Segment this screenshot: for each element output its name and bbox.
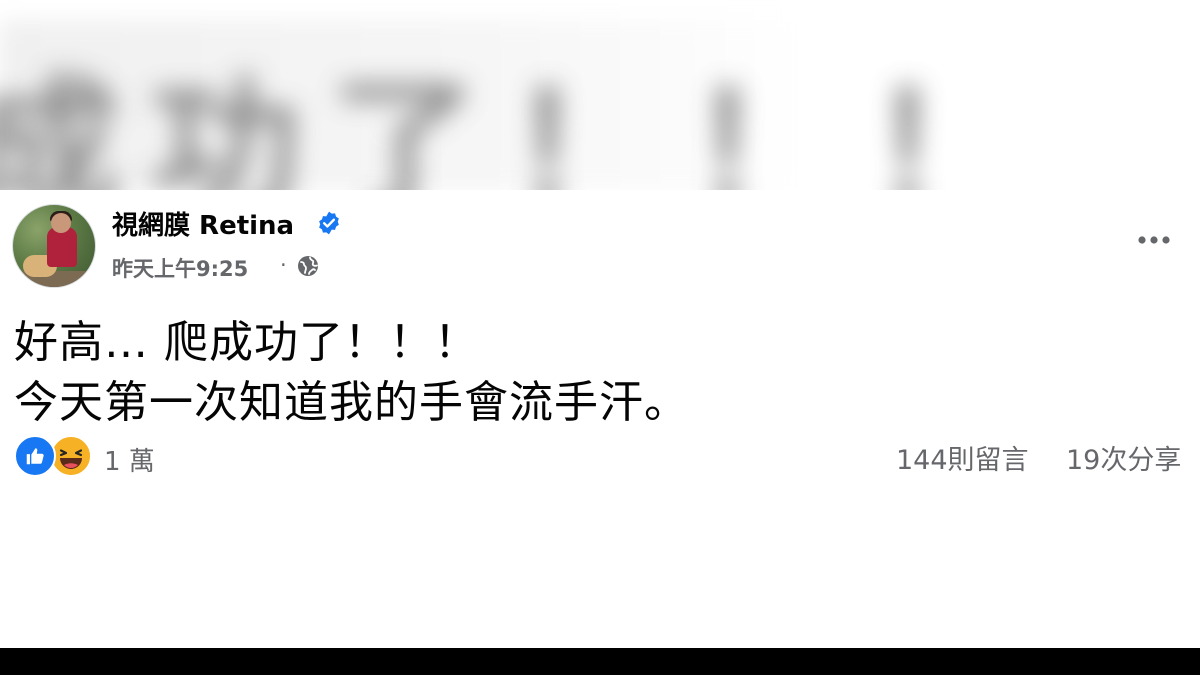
ellipsis-icon <box>1138 236 1170 244</box>
verified-badge-icon <box>319 211 339 235</box>
post-text-line-1: 好高… 爬成功了！！！ <box>14 317 479 368</box>
globe-icon[interactable] <box>296 254 320 278</box>
blurred-previous-post: 成功了！！！ <box>0 0 1200 190</box>
timestamp-separator: · <box>280 253 287 277</box>
post-text-line-2: 今天第一次知道我的手會流手汗。 <box>14 377 689 428</box>
haha-icon <box>50 435 92 477</box>
more-options-icon[interactable] <box>1134 220 1174 260</box>
comments-count[interactable]: 144則留言 <box>896 438 1029 477</box>
author-avatar[interactable] <box>12 204 96 288</box>
reaction-count[interactable]: 1 萬 <box>104 441 155 478</box>
shares-count[interactable]: 19次分享 <box>1066 438 1181 477</box>
blurred-text: 成功了！！！ <box>0 63 1051 190</box>
post-screenshot: 成功了！！！ 視網膜 Retina 昨天上午9:25 · 好高… 爬成功了！！！… <box>0 0 1200 675</box>
bottom-black-bar <box>0 648 1200 675</box>
like-icon <box>14 435 56 477</box>
post-timestamp[interactable]: 昨天上午9:25 <box>112 253 248 283</box>
reaction-icons[interactable] <box>14 435 94 477</box>
author-name[interactable]: 視網膜 Retina <box>112 205 294 242</box>
